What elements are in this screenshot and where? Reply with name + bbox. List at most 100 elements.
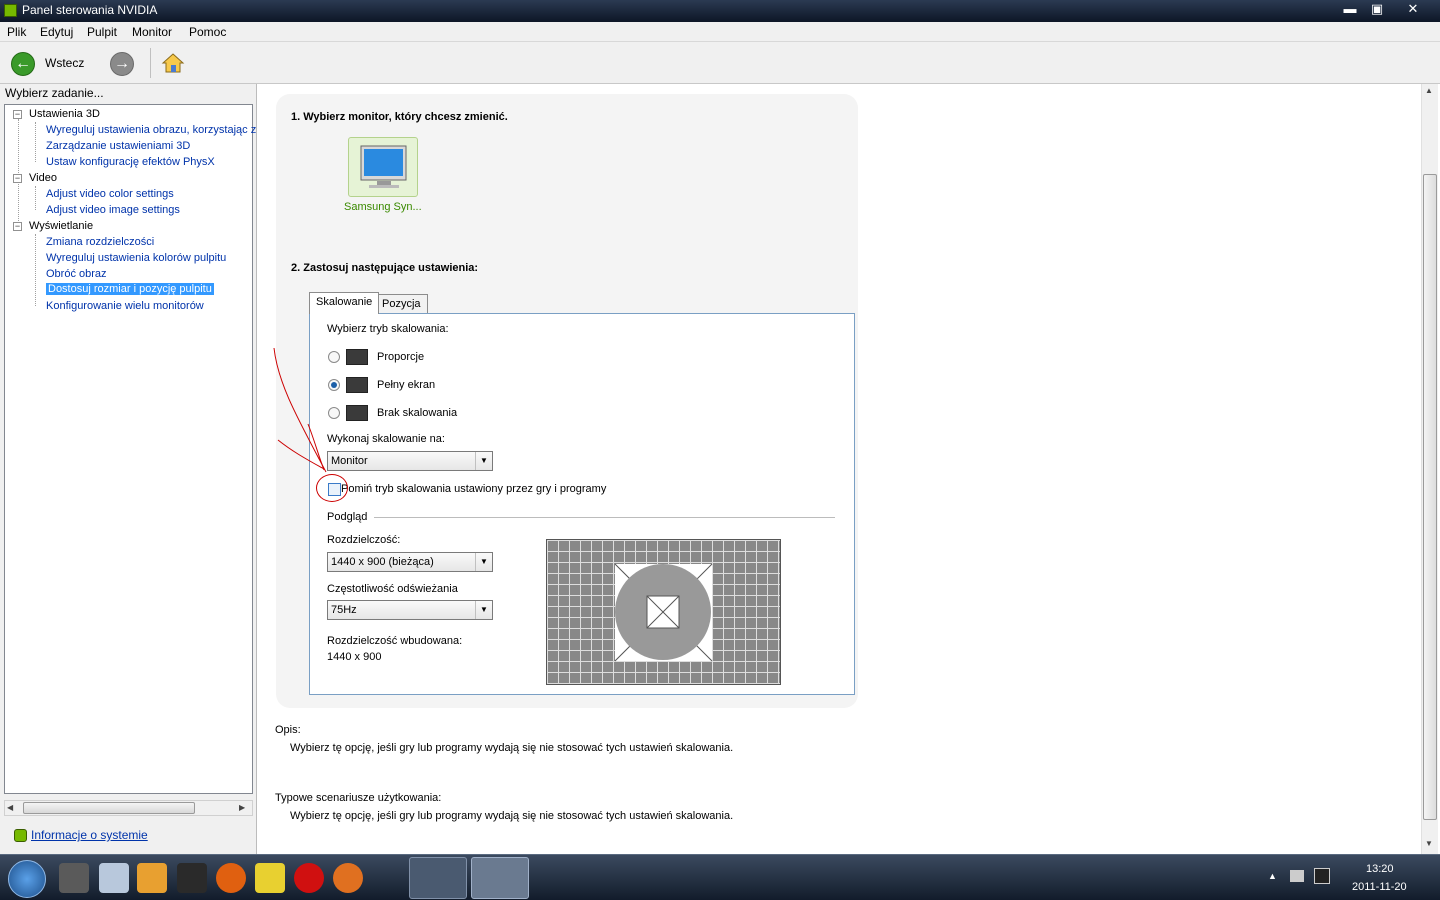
monitor-label: Samsung Syn... — [344, 201, 422, 213]
preview-label: Podgląd — [327, 511, 368, 523]
annotation-arrow — [273, 347, 327, 473]
scaling-mode-label: Wybierz tryb skalowania: — [327, 323, 449, 335]
menu-edit[interactable]: Edytuj — [40, 25, 73, 39]
aspect-icon — [346, 349, 368, 365]
preview-divider — [374, 517, 835, 518]
collapse-icon[interactable]: − — [13, 222, 22, 231]
scroll-thumb[interactable] — [23, 802, 195, 814]
lightning-icon[interactable] — [177, 863, 207, 893]
back-button[interactable]: Wstecz — [45, 56, 84, 70]
tree-item-rotate[interactable]: Obróć obraz — [46, 268, 107, 280]
start-button[interactable] — [8, 860, 46, 898]
left-panel: Wybierz zadanie... − Ustawienia 3D Wyreg… — [0, 84, 257, 854]
horizontal-scrollbar[interactable]: ◀ ▶ — [4, 800, 253, 816]
scroll-down-icon[interactable]: ▼ — [1425, 839, 1433, 848]
refresh-value: 75Hz — [331, 604, 357, 616]
window-title: Panel sterowania NVIDIA — [22, 3, 158, 17]
description-text: Wybierz tę opcję, jeśli gry lub programy… — [290, 742, 734, 754]
scaling-tab-panel: Wybierz tryb skalowania: Proporcje Pełny… — [309, 313, 855, 695]
taskbar-nvidia-window[interactable] — [471, 857, 529, 899]
no-scaling-icon — [346, 405, 368, 421]
scaling-preview-image — [546, 539, 781, 685]
info-icon — [14, 829, 27, 842]
monitor-icon — [360, 145, 407, 188]
task-label: Wybierz zadanie... — [5, 86, 104, 100]
task-tree: − Ustawienia 3D Wyreguluj ustawienia obr… — [4, 104, 256, 794]
monitor-select[interactable] — [348, 137, 418, 197]
refresh-select[interactable]: 75Hz ▼ — [327, 600, 493, 620]
film-icon[interactable] — [255, 863, 285, 893]
vertical-scrollbar[interactable]: ▲ ▼ — [1421, 84, 1438, 854]
maximize-button[interactable]: ▣ — [1362, 0, 1392, 20]
system-info-link[interactable]: Informacje o systemie — [31, 828, 148, 842]
taskbar: ▲ 13:20 2011-11-20 — [0, 854, 1440, 900]
tree-item-video-image[interactable]: Adjust video image settings — [46, 204, 180, 216]
forward-arrow-icon[interactable]: → — [110, 52, 134, 76]
network-icon[interactable] — [1314, 868, 1330, 884]
menu-desktop[interactable]: Pulpit — [87, 25, 117, 39]
scroll-thumb[interactable] — [1423, 174, 1437, 820]
opera-icon[interactable] — [294, 863, 324, 893]
calculator-icon[interactable] — [99, 863, 129, 893]
tools-icon[interactable] — [59, 863, 89, 893]
tree-group-video[interactable]: Video — [29, 172, 57, 184]
tree-item-physx[interactable]: Ustaw konfigurację efektów PhysX — [46, 156, 215, 168]
clock-date[interactable]: 2011-11-20 — [1352, 881, 1407, 893]
minimize-button[interactable]: ▬ — [1335, 0, 1365, 20]
tree-item-manage-3d[interactable]: Zarządzanie ustawieniami 3D — [46, 140, 190, 152]
home-icon[interactable] — [161, 51, 185, 75]
scenarios-text: Wybierz tę opcję, jeśli gry lub programy… — [290, 810, 734, 822]
scenarios-title: Typowe scenariusze użytkowania: — [275, 792, 442, 804]
tree-group-display[interactable]: Wyświetlanie — [29, 220, 93, 232]
native-resolution-label: Rozdzielczość wbudowana: — [327, 635, 463, 647]
toolbar-divider — [150, 48, 151, 78]
resolution-label: Rozdzielczość: — [327, 534, 401, 546]
tray-expand-icon[interactable]: ▲ — [1268, 871, 1277, 881]
override-label[interactable]: Pomiń tryb skalowania ustawiony przez gr… — [341, 483, 606, 495]
back-arrow-icon[interactable]: ← — [11, 52, 35, 76]
title-bar: Panel sterowania NVIDIA ▬ ▣ ✕ — [0, 0, 1440, 22]
scroll-left-icon[interactable]: ◀ — [7, 803, 13, 812]
firefox-icon[interactable] — [333, 863, 363, 893]
menu-file[interactable]: Plik — [7, 25, 26, 39]
toolbar: ← Wstecz → — [0, 42, 1440, 84]
media-player-icon[interactable] — [137, 863, 167, 893]
taskbar-firefox-window[interactable] — [409, 857, 467, 899]
tree-item-resolution[interactable]: Zmiana rozdzielczości — [46, 236, 154, 248]
tree-item-image-settings[interactable]: Wyreguluj ustawienia obrazu, korzystając… — [46, 124, 256, 136]
tree-item-video-color[interactable]: Adjust video color settings — [46, 188, 174, 200]
app-icon[interactable] — [216, 863, 246, 893]
scroll-right-icon[interactable]: ▶ — [239, 803, 245, 812]
perform-on-select[interactable]: Monitor ▼ — [327, 451, 493, 471]
content-area: 1. Wybierz monitor, który chcesz zmienić… — [258, 84, 1440, 854]
menu-monitor[interactable]: Monitor — [132, 25, 172, 39]
fullscreen-icon — [346, 377, 368, 393]
step2-heading: 2. Zastosuj następujące ustawienia: — [291, 262, 479, 274]
mode-aspect-label[interactable]: Proporcje — [377, 351, 424, 363]
menu-bar: Plik Edytuj Pulpit Monitor Pomoc — [0, 22, 1440, 42]
tree-item-size-position[interactable]: Dostosuj rozmiar i pozycję pulpitu — [46, 283, 214, 295]
resolution-select[interactable]: 1440 x 900 (bieżąca) ▼ — [327, 552, 493, 572]
tree-item-multi-monitor[interactable]: Konfigurowanie wielu monitorów — [46, 300, 204, 312]
chevron-down-icon: ▼ — [475, 553, 492, 571]
native-resolution-value: 1440 x 900 — [327, 651, 382, 663]
clock-time[interactable]: 13:20 — [1366, 863, 1394, 875]
close-button[interactable]: ✕ — [1398, 0, 1428, 20]
tree-item-desktop-color[interactable]: Wyreguluj ustawienia kolorów pulpitu — [46, 252, 226, 264]
perform-on-label: Wykonaj skalowanie na: — [327, 433, 445, 445]
refresh-label: Częstotliwość odświeżania — [327, 583, 458, 595]
mode-fullscreen-label[interactable]: Pełny ekran — [377, 379, 435, 391]
description-title: Opis: — [275, 724, 301, 736]
mode-no-scaling-label[interactable]: Brak skalowania — [377, 407, 457, 419]
volume-icon[interactable] — [1290, 870, 1304, 882]
tab-scaling[interactable]: Skalowanie — [309, 292, 380, 314]
nvidia-app-icon — [4, 4, 17, 17]
collapse-icon[interactable]: − — [13, 110, 22, 119]
tab-position[interactable]: Pozycja — [375, 294, 428, 314]
step1-heading: 1. Wybierz monitor, który chcesz zmienić… — [291, 111, 508, 123]
collapse-icon[interactable]: − — [13, 174, 22, 183]
scroll-up-icon[interactable]: ▲ — [1425, 86, 1433, 95]
tree-group-3d[interactable]: Ustawienia 3D — [29, 108, 100, 120]
menu-help[interactable]: Pomoc — [189, 25, 226, 39]
chevron-down-icon: ▼ — [475, 601, 492, 619]
